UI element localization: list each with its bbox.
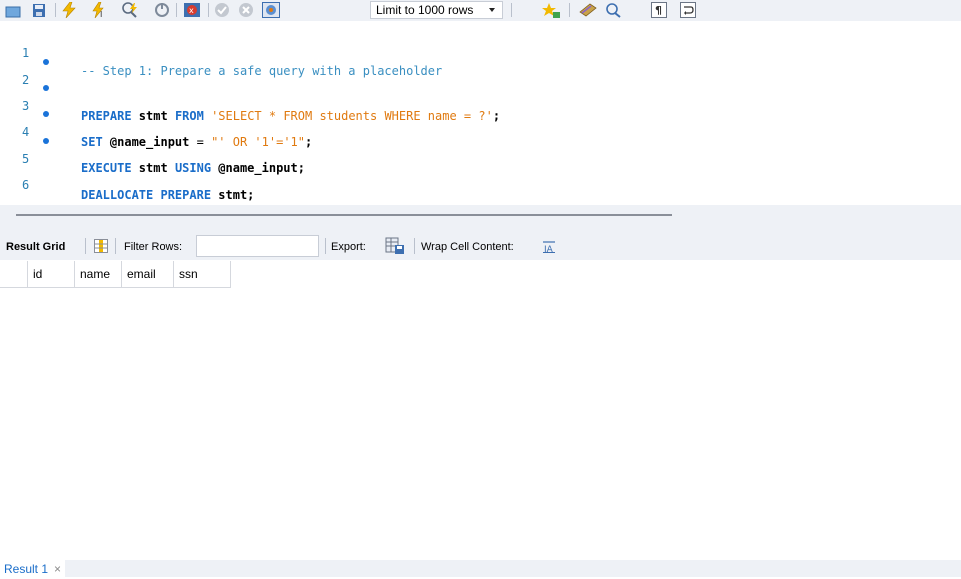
editor-line: 1 -- Step 1: Prepare a safe query with a… bbox=[0, 26, 442, 78]
result-grid-tab[interactable]: Result Grid bbox=[6, 241, 65, 253]
toolbar-separator bbox=[176, 3, 177, 17]
editor-line: 4 EXECUTE stmt USING @name_input; bbox=[0, 105, 305, 175]
column-header-ssn[interactable]: ssn bbox=[174, 261, 231, 287]
sql-identifier: stmt bbox=[131, 161, 175, 175]
find-icon[interactable] bbox=[605, 2, 623, 18]
toolbar-separator bbox=[208, 3, 209, 17]
sql-string: "' OR '1'='1" bbox=[203, 135, 305, 149]
row-selector-header[interactable] bbox=[0, 261, 28, 287]
autocommit-icon[interactable] bbox=[262, 2, 280, 18]
toolbar-separator bbox=[325, 238, 326, 254]
rollback-icon[interactable] bbox=[238, 2, 254, 18]
export-label: Export: bbox=[331, 241, 366, 253]
sql-identifier: stmt; bbox=[211, 188, 255, 202]
toolbar-separator bbox=[85, 238, 86, 254]
statement-marker-icon bbox=[43, 85, 49, 91]
sql-keyword: EXECUTE bbox=[81, 161, 132, 175]
result-tabs-bar: Result 1 × bbox=[0, 560, 961, 577]
sql-terminator: ; bbox=[492, 109, 501, 123]
execute-current-icon[interactable]: I bbox=[90, 2, 108, 18]
sql-operator: = bbox=[196, 135, 204, 149]
editor-line: 5 DEALLOCATE PREPARE stmt; bbox=[0, 132, 254, 202]
filter-rows-input[interactable] bbox=[196, 235, 319, 257]
snippet-icon[interactable] bbox=[578, 2, 598, 18]
save-icon[interactable] bbox=[31, 2, 47, 18]
column-header-name[interactable]: name bbox=[75, 261, 122, 287]
editor-toolbar: I x Limit to 1000 rows ¶ bbox=[0, 0, 961, 21]
statement-marker-icon bbox=[43, 111, 49, 117]
wrap-cell-icon[interactable]: IA bbox=[542, 241, 556, 253]
filter-rows-label: Filter Rows: bbox=[124, 241, 183, 253]
toolbar-separator bbox=[414, 238, 415, 254]
toolbar-separator bbox=[569, 3, 570, 17]
sql-keyword: SET bbox=[81, 135, 103, 149]
grid-view-icon[interactable] bbox=[94, 239, 108, 253]
wrap-cell-label: Wrap Cell Content: bbox=[421, 241, 514, 253]
statement-marker-icon bbox=[43, 138, 49, 144]
panel-splitter[interactable] bbox=[0, 205, 961, 233]
svg-text:I: I bbox=[100, 10, 102, 18]
stop-icon[interactable] bbox=[154, 2, 170, 18]
open-file-icon[interactable] bbox=[4, 2, 22, 18]
limit-rows-value: Limit to 1000 rows bbox=[376, 3, 474, 17]
sql-identifier: @name_input bbox=[102, 135, 197, 149]
horizontal-scrollbar[interactable] bbox=[16, 214, 672, 216]
toolbar-separator bbox=[115, 238, 116, 254]
editor-line: 6 bbox=[0, 158, 29, 192]
sql-keyword: FROM bbox=[174, 109, 204, 123]
sql-identifier: @name_input; bbox=[211, 161, 305, 175]
svg-text:¶: ¶ bbox=[655, 4, 662, 17]
result-grid[interactable]: id name email ssn bbox=[0, 260, 961, 560]
limit-rows-select[interactable]: Limit to 1000 rows bbox=[370, 1, 503, 19]
sql-keyword: USING bbox=[174, 161, 212, 175]
grid-header-row: id name email ssn bbox=[0, 261, 231, 288]
toggle-error-icon[interactable]: x bbox=[183, 2, 201, 18]
commit-icon[interactable] bbox=[214, 2, 230, 18]
export-icon[interactable] bbox=[385, 237, 405, 255]
sql-editor[interactable]: 1 -- Step 1: Prepare a safe query with a… bbox=[0, 21, 961, 205]
explain-icon[interactable] bbox=[121, 2, 141, 18]
sql-string: 'SELECT * FROM students WHERE name = ?' bbox=[203, 109, 493, 123]
sql-terminator: ; bbox=[305, 135, 313, 149]
word-wrap-icon[interactable] bbox=[680, 2, 696, 18]
svg-text:IA: IA bbox=[544, 245, 554, 253]
chevron-down-icon bbox=[489, 8, 495, 12]
line-number: 6 bbox=[22, 178, 30, 192]
statement-marker-icon bbox=[43, 59, 49, 65]
beautify-icon[interactable] bbox=[541, 2, 561, 18]
svg-text:x: x bbox=[189, 6, 194, 15]
sql-identifier: stmt bbox=[131, 109, 175, 123]
sql-comment: -- Step 1: Prepare a safe query with a p… bbox=[81, 64, 443, 78]
toolbar-separator bbox=[55, 3, 56, 17]
column-header-email[interactable]: email bbox=[122, 261, 174, 287]
invisible-chars-icon[interactable]: ¶ bbox=[651, 2, 667, 18]
toolbar-separator bbox=[511, 3, 512, 17]
execute-icon[interactable] bbox=[61, 2, 77, 18]
tab-label: Result 1 bbox=[4, 562, 49, 576]
sql-keyword: DEALLOCATE PREPARE bbox=[81, 188, 212, 202]
editor-line: 3 SET @name_input = "' OR '1'='1"; bbox=[0, 79, 312, 149]
tab-result-1[interactable]: Result 1 × bbox=[0, 560, 66, 577]
column-header-id[interactable]: id bbox=[28, 261, 75, 287]
sql-keyword: PREPARE bbox=[81, 109, 132, 123]
close-icon[interactable]: × bbox=[54, 562, 61, 576]
editor-line: 2 PREPARE stmt FROM 'SELECT * FROM stude… bbox=[0, 53, 500, 123]
result-toolbar: Result Grid Filter Rows: Export: Wrap Ce… bbox=[0, 233, 961, 260]
